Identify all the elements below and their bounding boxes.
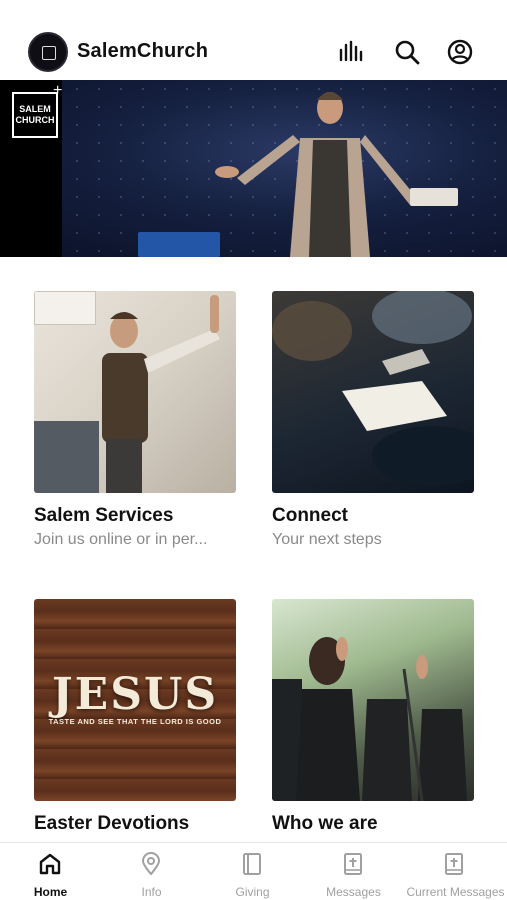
tab-current-messages[interactable]: Current Messages — [404, 843, 507, 900]
salem-services-image — [34, 291, 236, 493]
card-subtitle: Your next steps — [272, 531, 382, 548]
card-salem-services[interactable]: Salem Services Join us online or in per.… — [34, 291, 236, 549]
giving-icon — [239, 851, 265, 877]
tab-giving[interactable]: Giving — [202, 843, 303, 900]
tab-label: Info — [141, 885, 162, 899]
card-title: Connect — [272, 505, 348, 526]
account-icon[interactable] — [446, 38, 474, 66]
search-icon[interactable] — [393, 38, 421, 66]
home-icon — [37, 851, 63, 877]
card-title: Salem Services — [34, 505, 174, 526]
card-title: Easter Devotions — [34, 813, 190, 834]
tab-home[interactable]: Home — [0, 843, 101, 900]
tab-messages[interactable]: Messages — [303, 843, 404, 900]
card-who-we-are[interactable]: Who we are — [272, 599, 474, 835]
location-pin-icon — [138, 851, 164, 877]
easter-devotions-image: JESUS TASTE AND SEE THAT THE LORD IS GOO… — [34, 599, 236, 801]
church-logo-icon[interactable] — [28, 32, 68, 72]
hero-banner[interactable]: SALEM CHURCH + — [0, 80, 507, 257]
audio-bars-icon[interactable] — [337, 38, 365, 66]
tab-label: Home — [33, 885, 68, 899]
jesus-image-subtext: TASTE AND SEE THAT THE LORD IS GOOD — [48, 717, 222, 726]
card-subtitle: Join us online or in per... — [34, 531, 208, 548]
bottom-tab-bar: Home Info Giving Messages Current Messag… — [0, 842, 507, 900]
salem-church-logo: SALEM CHURCH — [12, 92, 58, 138]
who-we-are-image — [272, 599, 474, 801]
card-connect[interactable]: Connect Your next steps — [272, 291, 474, 549]
tab-label: Current Messages — [406, 885, 505, 899]
app-header: SalemChurch — [0, 0, 507, 80]
plus-icon: + — [53, 82, 63, 99]
tab-label: Messages — [326, 885, 381, 899]
tab-info[interactable]: Info — [101, 843, 202, 900]
connect-image — [272, 291, 474, 493]
card-easter-devotions[interactable]: JESUS TASTE AND SEE THAT THE LORD IS GOO… — [34, 599, 236, 835]
bible-icon — [340, 851, 366, 877]
card-title: Who we are — [272, 813, 378, 834]
app-title: SalemChurch — [77, 40, 209, 62]
tab-label: Giving — [235, 885, 270, 899]
speaker-figure — [215, 92, 458, 257]
bible-icon — [441, 851, 467, 877]
jesus-image-text: JESUS — [51, 669, 219, 720]
